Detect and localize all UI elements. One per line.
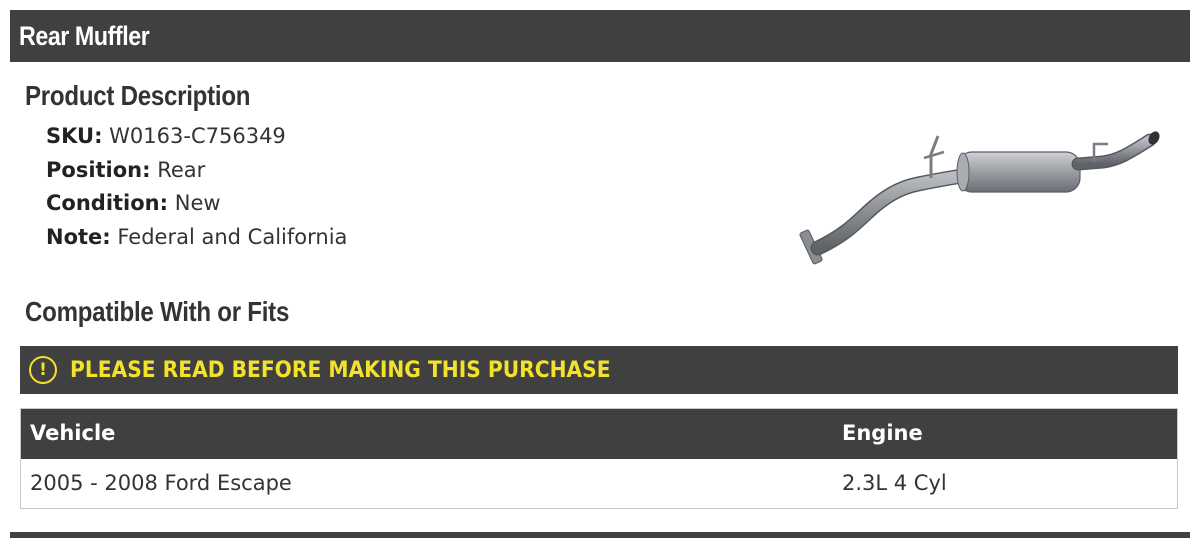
title-bar: Rear Muffler bbox=[10, 10, 1190, 62]
spec-label: Note: bbox=[46, 224, 111, 249]
column-header-engine: Engine bbox=[842, 421, 923, 445]
spec-sku: SKU: W0163-C756349 bbox=[46, 120, 347, 154]
bottom-divider bbox=[10, 532, 1190, 538]
spec-value: Rear bbox=[157, 157, 206, 182]
spec-value: Federal and California bbox=[117, 224, 348, 249]
spec-value: New bbox=[174, 191, 221, 215]
spec-note: Note: Federal and California bbox=[46, 221, 347, 255]
exclamation-circle-icon: ! bbox=[29, 356, 57, 384]
spec-label: Condition: bbox=[46, 191, 169, 215]
compatibility-heading: Compatible With or Fits bbox=[25, 296, 290, 327]
cell-vehicle: 2005 - 2008 Ford Escape bbox=[30, 471, 292, 495]
spec-condition: Condition: New bbox=[46, 187, 347, 221]
product-description-heading: Product Description bbox=[25, 80, 251, 111]
spec-label: Position: bbox=[46, 157, 151, 182]
warning-text: PLEASE READ BEFORE MAKING THIS PURCHASE bbox=[70, 357, 611, 383]
spec-label: SKU: bbox=[46, 124, 103, 148]
muffler-exhaust-pipe-image bbox=[799, 131, 1160, 265]
fitment-table: Vehicle Engine 2005 - 2008 Ford Escape 2… bbox=[20, 408, 1178, 509]
cell-engine: 2.3L 4 Cyl bbox=[842, 471, 947, 495]
spec-position: Position: Rear bbox=[46, 154, 347, 188]
column-header-vehicle: Vehicle bbox=[30, 421, 116, 445]
table-row: 2005 - 2008 Ford Escape 2.3L 4 Cyl bbox=[21, 459, 1177, 508]
page-title: Rear Muffler bbox=[19, 20, 150, 51]
table-header: Vehicle Engine bbox=[21, 409, 1177, 459]
purchase-warning-banner[interactable]: ! PLEASE READ BEFORE MAKING THIS PURCHAS… bbox=[20, 346, 1178, 394]
spec-value: W0163-C756349 bbox=[109, 124, 286, 148]
product-specs: SKU: W0163-C756349 Position: Rear Condit… bbox=[46, 120, 347, 254]
